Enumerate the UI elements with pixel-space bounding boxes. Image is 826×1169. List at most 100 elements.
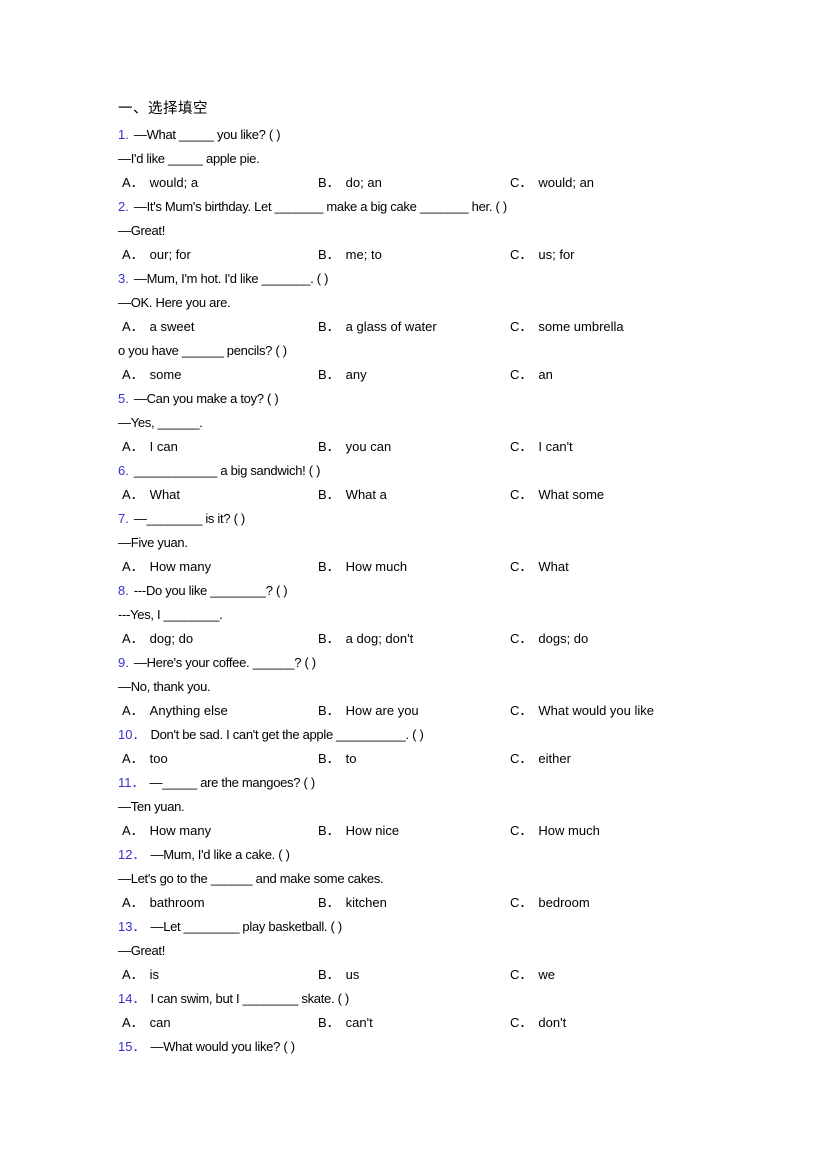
option-row: A． would; a B． do; an C． would; an: [118, 171, 826, 195]
question-text: —It's Mum's birthday. Let _______ make a…: [133, 199, 507, 214]
option-choice[interactable]: A． How many: [122, 555, 211, 579]
option-choice[interactable]: C． would; an: [510, 171, 594, 195]
option-choice[interactable]: A． How many: [122, 819, 211, 843]
question-stem: 15． —What would you like? ( ): [118, 1035, 826, 1059]
question-list: 1. —What _____ you like? ( ) —I'd like ___…: [118, 123, 826, 1059]
option-letter: B．: [318, 703, 340, 718]
option-choice[interactable]: C． How much: [510, 819, 600, 843]
option-choice[interactable]: C． we: [510, 963, 555, 987]
option-label: some umbrella: [538, 319, 624, 334]
option-choice[interactable]: A． bathroom: [122, 891, 205, 915]
option-row: A． a sweet B． a glass of water C． some umbrel…: [118, 315, 826, 339]
option-letter: B．: [318, 175, 340, 190]
option-choice[interactable]: A． I can: [122, 435, 178, 459]
option-label: bedroom: [538, 895, 590, 910]
option-choice[interactable]: B． a glass of water: [318, 315, 437, 339]
option-choice[interactable]: C． an: [510, 363, 553, 387]
option-label: to: [345, 751, 357, 766]
option-choice[interactable]: A． would; a: [122, 171, 198, 195]
question-stem-continuation: —No, thank you.: [118, 675, 826, 699]
option-choice[interactable]: C． What some: [510, 483, 604, 507]
option-choice[interactable]: B． to: [318, 747, 357, 771]
option-choice[interactable]: B． any: [318, 363, 367, 387]
option-row: A． How many B． How much C． What: [118, 555, 826, 579]
option-letter: B．: [318, 319, 340, 334]
option-choice[interactable]: C． bedroom: [510, 891, 590, 915]
option-choice[interactable]: B． How nice: [318, 819, 399, 843]
option-choice[interactable]: C． don't: [510, 1011, 566, 1035]
option-label: either: [538, 751, 571, 766]
question-number: 14．: [118, 991, 146, 1006]
option-choice[interactable]: C． I can't: [510, 435, 573, 459]
option-choice[interactable]: C． some umbrella: [510, 315, 624, 339]
option-letter: C．: [510, 319, 533, 334]
question-stem-continuation: —Great!: [118, 219, 826, 243]
question-stem: 14． I can swim, but I ________ skate. ( ): [118, 987, 826, 1011]
question-block: o you have ______ pencils? ( ) A． some B． an…: [118, 339, 826, 387]
option-choice[interactable]: A． a sweet: [122, 315, 194, 339]
option-choice[interactable]: A． What: [122, 483, 180, 507]
option-row: A． can B． can't C． don't: [118, 1011, 826, 1035]
question-stem-continuation: —Great!: [118, 939, 826, 963]
option-label: How much: [345, 559, 408, 574]
option-letter: A．: [122, 247, 144, 262]
question-block: 7. —________ is it? ( ) —Five yuan. A． How m…: [118, 507, 826, 579]
option-label: is: [149, 967, 160, 982]
question-stem-continuation: —Five yuan.: [118, 531, 826, 555]
option-choice[interactable]: A． Anything else: [122, 699, 228, 723]
option-choice[interactable]: B． How are you: [318, 699, 419, 723]
option-choice[interactable]: B． a dog; don't: [318, 627, 413, 651]
option-letter: A．: [122, 967, 144, 982]
question-text: —I'd like _____ apple pie.: [118, 151, 260, 166]
option-choice[interactable]: B． How much: [318, 555, 407, 579]
option-letter: C．: [510, 1015, 533, 1030]
option-letter: A．: [122, 751, 144, 766]
option-choice[interactable]: C． us; for: [510, 243, 575, 267]
option-label: dogs; do: [538, 631, 589, 646]
option-row: A． I can B． you can C． I can't: [118, 435, 826, 459]
question-stem-continuation: ---Yes, I ________.: [118, 603, 826, 627]
option-choice[interactable]: B． me; to: [318, 243, 382, 267]
question-number: 13．: [118, 919, 146, 934]
question-text: o you have ______ pencils? ( ): [118, 343, 287, 358]
question-number: 9.: [118, 655, 129, 670]
option-choice[interactable]: B． can't: [318, 1011, 373, 1035]
option-letter: B．: [318, 1015, 340, 1030]
option-choice[interactable]: C． either: [510, 747, 571, 771]
option-label: an: [538, 367, 553, 382]
option-letter: A．: [122, 631, 144, 646]
option-choice[interactable]: C． dogs; do: [510, 627, 588, 651]
question-block: 3. —Mum, I'm hot. I'd like _______. ( ) —O…: [118, 267, 826, 339]
question-block: 14． I can swim, but I ________ skate. ( )…: [118, 987, 826, 1035]
question-stem: 8. ---Do you like ________? ( ): [118, 579, 826, 603]
option-choice[interactable]: B． do; an: [318, 171, 382, 195]
question-block: 5. —Can you make a toy? ( ) —Yes, ______. A…: [118, 387, 826, 459]
option-choice[interactable]: A． too: [122, 747, 168, 771]
question-block: 1. —What _____ you like? ( ) —I'd like ___…: [118, 123, 826, 195]
option-label: How many: [149, 559, 212, 574]
option-letter: B．: [318, 967, 340, 982]
question-text: —OK. Here you are.: [118, 295, 231, 310]
question-number: 5.: [118, 391, 129, 406]
option-choice[interactable]: B． you can: [318, 435, 391, 459]
option-choice[interactable]: B． us: [318, 963, 359, 987]
option-choice[interactable]: A． is: [122, 963, 159, 987]
option-choice[interactable]: A． our; for: [122, 243, 191, 267]
option-choice[interactable]: C． What: [510, 555, 569, 579]
option-letter: A．: [122, 439, 144, 454]
question-stem: 9. —Here's your coffee. ______? ( ): [118, 651, 826, 675]
option-choice[interactable]: B． What a: [318, 483, 387, 507]
option-choice[interactable]: A． can: [122, 1011, 171, 1035]
question-text: —Great!: [118, 223, 166, 238]
question-number: 10．: [118, 727, 146, 742]
question-stem-continuation: —Ten yuan.: [118, 795, 826, 819]
question-text: —Let's go to the ______ and make some ca…: [118, 871, 384, 886]
option-letter: B．: [318, 823, 340, 838]
option-choice[interactable]: A． dog; do: [122, 627, 193, 651]
option-label: too: [149, 751, 168, 766]
option-letter: A．: [122, 487, 144, 502]
option-choice[interactable]: A． some: [122, 363, 181, 387]
option-label: would; an: [538, 175, 595, 190]
option-choice[interactable]: C． What would you like: [510, 699, 654, 723]
option-choice[interactable]: B． kitchen: [318, 891, 387, 915]
